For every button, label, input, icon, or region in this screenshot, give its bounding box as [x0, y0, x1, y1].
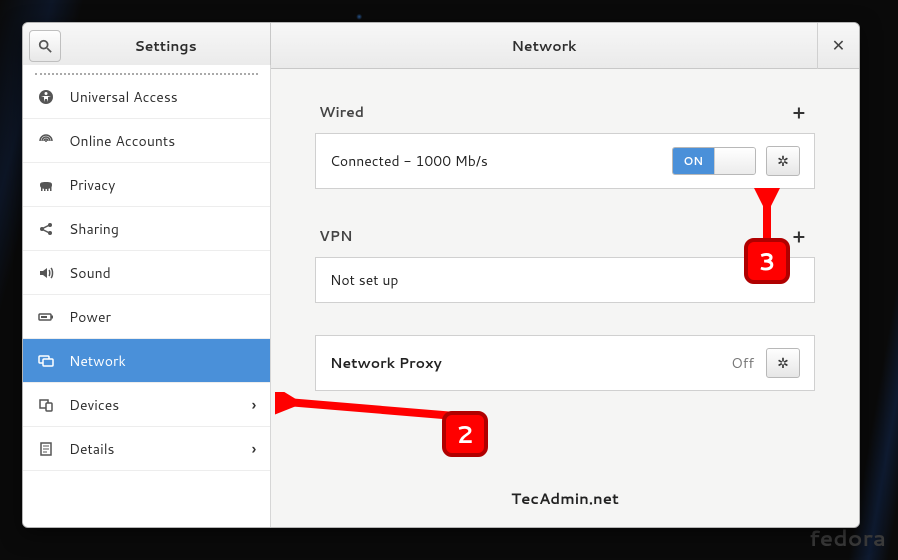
sidebar-item-label: Online Accounts	[69, 131, 175, 151]
annotation-step-3: 3	[744, 238, 790, 284]
sidebar-item-sound[interactable]: Sound	[23, 251, 270, 295]
sound-icon	[37, 265, 55, 281]
sidebar-item-sharing[interactable]: Sharing	[23, 207, 270, 251]
watermark-text: TecAdmin.net	[271, 488, 859, 509]
sidebar-item-devices[interactable]: Devices ›	[23, 383, 270, 427]
vpn-header-label: VPN	[319, 226, 352, 246]
sidebar-title: Settings	[61, 36, 270, 56]
vpn-section-header: VPN +	[315, 221, 815, 251]
sidebar-item-details[interactable]: Details ›	[23, 427, 270, 471]
switch-knob	[714, 148, 756, 174]
sidebar-item-online-accounts[interactable]: Online Accounts	[23, 119, 270, 163]
wired-switch[interactable]: ON	[672, 147, 756, 175]
sidebar-item-privacy[interactable]: Privacy	[23, 163, 270, 207]
header-left: Settings	[23, 23, 271, 68]
proxy-status-text: Off	[731, 353, 754, 373]
window-body: Universal Access Online Accounts Privacy…	[23, 69, 859, 527]
content-pane: Wired + Connected - 1000 Mb/s ON ✲ VPN +…	[271, 69, 859, 527]
wired-status-text: Connected - 1000 Mb/s	[330, 151, 488, 171]
sidebar-item-label: Sound	[69, 263, 111, 283]
privacy-icon	[37, 177, 55, 193]
details-icon	[37, 441, 55, 457]
search-icon	[38, 39, 52, 53]
chevron-right-icon: ›	[252, 395, 256, 415]
chevron-right-icon: ›	[252, 439, 256, 459]
vpn-status-text: Not set up	[330, 270, 398, 290]
sidebar-item-label: Details	[69, 439, 115, 459]
power-icon	[37, 309, 55, 325]
settings-window: Settings Network ✕ Universal Access Onli…	[22, 22, 860, 528]
gear-icon: ✲	[777, 151, 789, 171]
add-vpn-button[interactable]: +	[787, 221, 811, 251]
accessibility-icon	[37, 89, 55, 105]
gear-icon: ✲	[777, 353, 789, 373]
proxy-settings-button[interactable]: ✲	[766, 348, 800, 378]
network-proxy-row: Network Proxy Off ✲	[315, 335, 815, 391]
sidebar-item-power[interactable]: Power	[23, 295, 270, 339]
proxy-label: Network Proxy	[330, 353, 442, 373]
close-button[interactable]: ✕	[817, 23, 859, 69]
annotation-arrow-3	[752, 188, 782, 240]
close-icon: ✕	[832, 34, 845, 57]
wired-settings-button[interactable]: ✲	[766, 146, 800, 176]
sidebar-item-label: Devices	[69, 395, 119, 415]
sidebar: Universal Access Online Accounts Privacy…	[23, 65, 271, 527]
network-icon	[37, 353, 55, 369]
annotation-arrow-2	[275, 392, 465, 422]
add-wired-button[interactable]: +	[787, 97, 811, 127]
sidebar-item-label: Power	[69, 307, 111, 327]
sidebar-item-network[interactable]: Network	[23, 339, 270, 383]
sidebar-item-label: Universal Access	[69, 87, 178, 107]
wired-section-header: Wired +	[315, 97, 815, 127]
header-right: Network ✕	[271, 23, 859, 68]
headerbar: Settings Network ✕	[23, 23, 859, 69]
wired-connection-row: Connected - 1000 Mb/s ON ✲	[315, 133, 815, 189]
devices-icon	[37, 397, 55, 413]
sidebar-item-label: Sharing	[69, 219, 119, 239]
sidebar-item-universal-access[interactable]: Universal Access	[23, 75, 270, 119]
sharing-icon	[37, 221, 55, 237]
annotation-step-2: 2	[442, 411, 488, 457]
sidebar-item-label: Privacy	[69, 175, 115, 195]
vpn-row: Not set up	[315, 257, 815, 303]
search-button[interactable]	[29, 30, 61, 62]
wired-header-label: Wired	[319, 102, 364, 122]
online-accounts-icon	[37, 133, 55, 149]
page-title: Network	[271, 36, 817, 56]
sidebar-item-label: Network	[69, 351, 126, 371]
switch-on-label: ON	[673, 148, 714, 174]
